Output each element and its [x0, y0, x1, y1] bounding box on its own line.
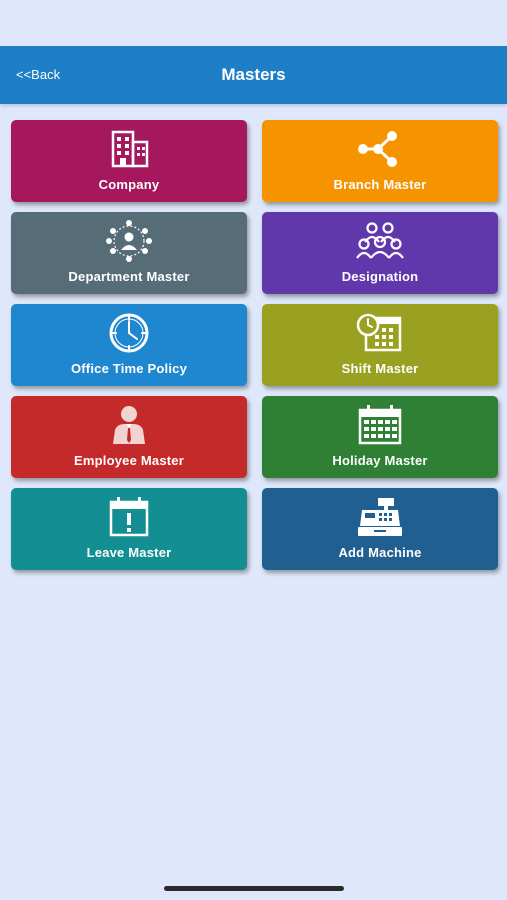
tile-label-leave-master: Leave Master — [86, 545, 172, 560]
tile-label-employee-master: Employee Master — [74, 453, 184, 468]
designation-tile[interactable]: Designation — [262, 212, 498, 294]
cash-register-icon — [262, 496, 498, 538]
group-people-icon — [262, 220, 498, 262]
shift-master-tile[interactable]: Shift Master — [262, 304, 498, 386]
tile-label-department-master: Department Master — [68, 269, 190, 284]
tile-label-add-machine: Add Machine — [338, 545, 422, 560]
holiday-master-tile[interactable]: Holiday Master — [262, 396, 498, 478]
tile-label-shift-master: Shift Master — [341, 361, 419, 376]
branch-master-tile[interactable]: Branch Master — [262, 120, 498, 202]
building-icon — [11, 128, 247, 170]
tile-label-company: Company — [98, 177, 160, 192]
calendar-grid-icon — [262, 404, 498, 446]
employee-master-tile[interactable]: Employee Master — [11, 396, 247, 478]
home-indicator[interactable] — [164, 886, 344, 891]
employee-icon — [11, 404, 247, 446]
branch-network-icon — [262, 128, 498, 170]
tile-label-office-time-policy: Office Time Policy — [70, 361, 188, 376]
add-machine-tile[interactable]: Add Machine — [262, 488, 498, 570]
calendar-clock-icon — [262, 312, 498, 354]
tile-label-designation: Designation — [341, 269, 419, 284]
leave-master-tile[interactable]: Leave Master — [11, 488, 247, 570]
tile-label-branch-master: Branch Master — [333, 177, 427, 192]
clock-icon — [11, 312, 247, 354]
calendar-alert-icon — [11, 496, 247, 538]
office-time-policy-tile[interactable]: Office Time Policy — [11, 304, 247, 386]
app-header: <<Back Masters — [0, 46, 507, 104]
company-tile[interactable]: Company — [11, 120, 247, 202]
page-title: Masters — [221, 65, 286, 84]
department-master-tile[interactable]: Department Master — [11, 212, 247, 294]
department-network-icon — [11, 220, 247, 262]
tile-label-holiday-master: Holiday Master — [332, 453, 428, 468]
